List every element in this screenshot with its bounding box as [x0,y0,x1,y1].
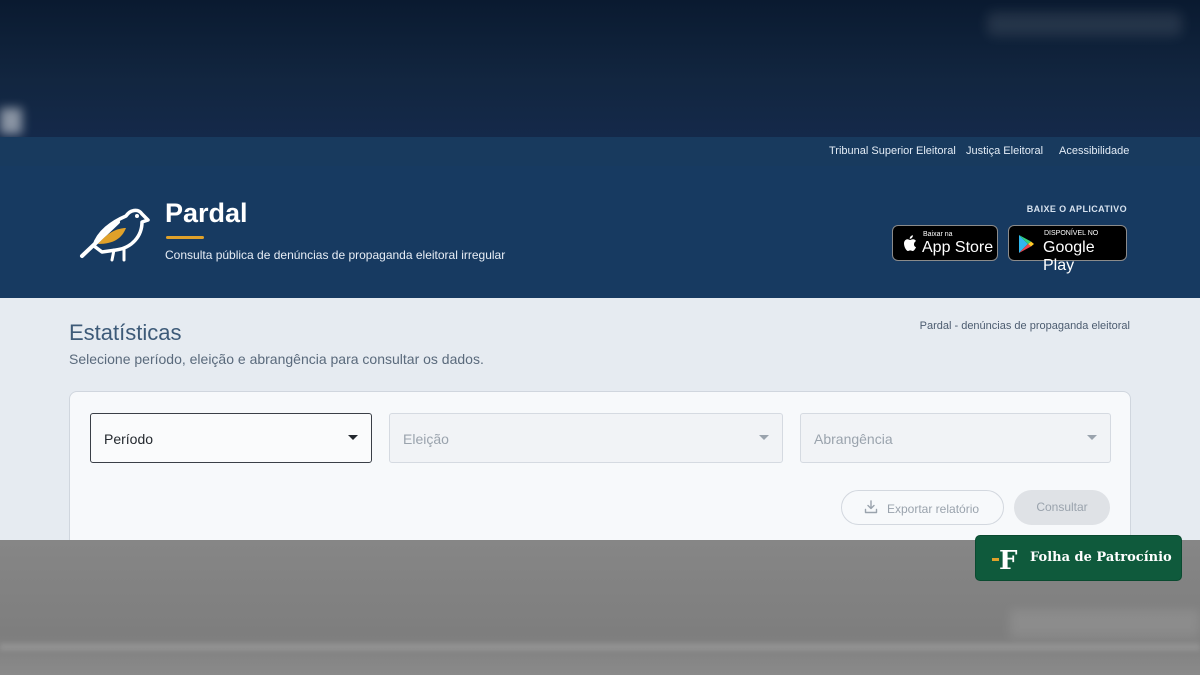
folha-de-patrocinio-watermark: F Folha de Patrocínio [975,535,1182,581]
abrangencia-select-label: Abrangência [814,431,893,447]
consult-button[interactable]: Consultar [1014,490,1110,525]
periodo-select[interactable]: Período [90,413,372,463]
blurred-text [987,12,1182,36]
util-link-tse[interactable]: Tribunal Superior Eleitoral [829,145,956,157]
export-report-label: Exportar relatório [887,502,980,516]
util-link-justica-eleitoral[interactable]: Justiça Eleitoral [966,145,1043,157]
blurred-shape [0,108,22,134]
brand-subtitle: Consulta pública de denúncias de propaga… [165,248,506,262]
site-header: Pardal Consulta pública de denúncias de … [0,166,1200,298]
download-app-label: BAIXE O APLICATIVO [1026,204,1127,214]
app-store-big-text: App Store [922,239,994,256]
page-subtitle: Selecione período, eleição e abrangência… [69,351,484,367]
watermark-text: Folha de Patrocínio [1030,550,1172,565]
page-title: Estatísticas [69,320,182,345]
app-store-badge[interactable]: Baixar na App Store [892,225,998,261]
export-report-button[interactable]: Exportar relatório [841,490,1004,525]
folha-logo-letter: F [999,546,1018,574]
abrangencia-select[interactable]: Abrangência [800,413,1111,463]
util-link-acessibilidade[interactable]: Acessibilidade [1059,145,1129,157]
chevron-down-icon [348,435,358,440]
blurred-text [1010,610,1200,638]
blurred-stripe [0,643,1200,651]
download-icon [864,500,878,514]
breadcrumb[interactable]: Pardal - denúncias de propaganda eleitor… [920,320,1130,332]
google-play-icon [1019,235,1034,253]
eleicao-select[interactable]: Eleição [389,413,783,463]
google-play-badge[interactable]: DISPONÍVEL NO Google Play [1008,225,1127,274]
brand-title[interactable]: Pardal [165,198,248,229]
brand-underline [166,236,204,239]
chevron-down-icon [1087,435,1097,440]
blurred-background-top [0,0,1200,137]
apple-icon [904,235,916,251]
periodo-select-label: Período [104,431,154,447]
google-play-small-text: DISPONÍVEL NO [1044,230,1099,237]
filter-card: Período Eleição Abrangência Exportar rel… [69,391,1131,561]
sparrow-logo-icon[interactable] [74,202,150,264]
folha-logo-icon: F [992,546,1018,574]
app-store-small-text: Baixar na [923,231,953,238]
google-play-big-text: Google Play [1043,239,1095,274]
utility-nav: Tribunal Superior Eleitoral Justiça Elei… [0,137,1200,166]
eleicao-select-label: Eleição [403,431,449,447]
chevron-down-icon [759,435,769,440]
main-content: Estatísticas Selecione período, eleição … [0,298,1200,561]
